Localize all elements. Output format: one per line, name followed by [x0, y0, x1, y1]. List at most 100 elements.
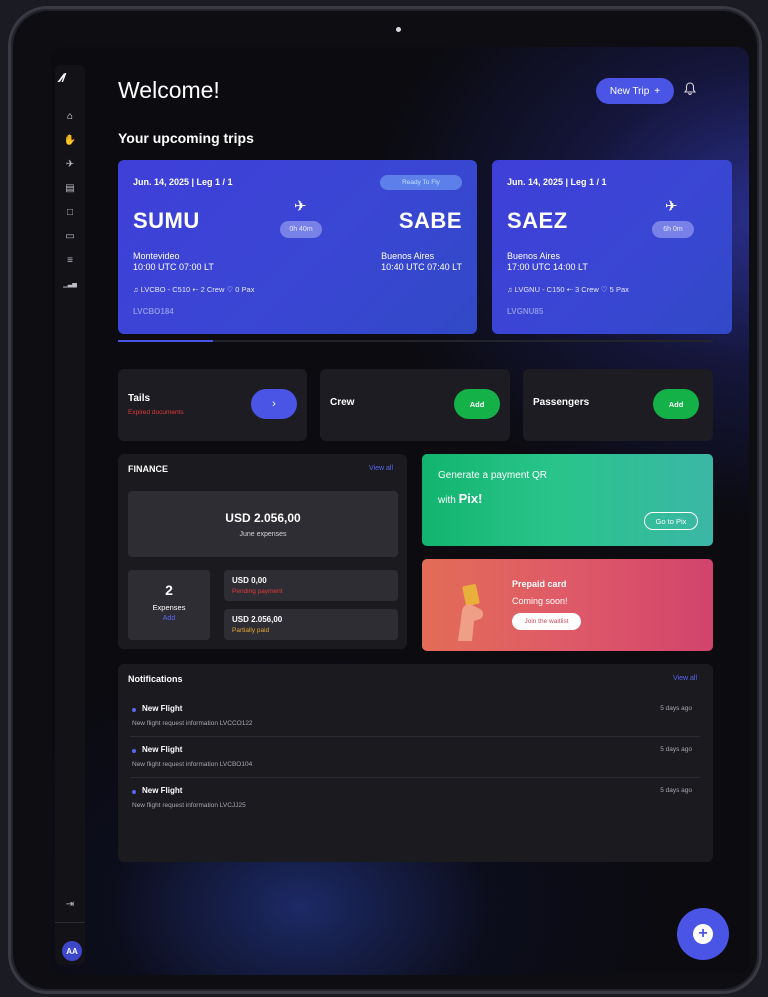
floating-add-button[interactable]: +	[677, 908, 729, 960]
join-waitlist-button[interactable]: Join the waitlist	[512, 613, 581, 630]
sidebar: ⁄⁄/ ⌂ ✋ ✈ ▤ □ ▭ ≡ ▁▃▅ ⇥ AA	[55, 65, 85, 965]
partially-paid-row[interactable]: USD 2.056,00 Partially paid	[224, 609, 398, 640]
file-icon[interactable]: ≡	[63, 253, 77, 267]
tails-open-button[interactable]: ›	[251, 389, 297, 419]
home-icon[interactable]: ⌂	[63, 109, 77, 123]
origin-city: Buenos Aires	[507, 251, 561, 261]
notification-title: New Flight	[142, 786, 183, 795]
trip-date: Jun. 14, 2025 | Leg 1 / 1	[133, 177, 233, 187]
origin-city: Montevideo	[133, 251, 180, 261]
camera-dot	[396, 27, 401, 32]
add-expense-link[interactable]: Add	[128, 615, 210, 622]
plane-icon: ✈	[665, 198, 678, 215]
app-screen: ⁄⁄/ ⌂ ✋ ✈ ▤ □ ▭ ≡ ▁▃▅ ⇥ AA Welcome! New …	[51, 47, 749, 975]
passengers-label: Passengers	[533, 397, 590, 408]
go-to-pix-button[interactable]: Go to Pix	[644, 512, 698, 530]
trip-details: ♫ LVCBO - C510 ⇠ 2 Crew ♡ 0 Pax	[133, 285, 255, 294]
notification-description: New flight request information LVCJJ25	[132, 802, 246, 809]
tails-tile[interactable]: Tails Expired documents ›	[118, 369, 307, 441]
pix-headline: Generate a payment QR	[438, 470, 547, 481]
carousel-indicator[interactable]	[118, 340, 213, 342]
sidebar-divider	[55, 922, 85, 923]
unread-dot	[132, 790, 136, 794]
plus-icon: +	[654, 85, 661, 97]
notification-time: 5 days ago	[660, 705, 692, 712]
pix-prefix: with	[438, 495, 459, 506]
flight-duration: 0h 40m	[280, 221, 322, 238]
partial-status: Partially paid	[232, 627, 270, 634]
notification-description: New flight request information LVCCO122	[132, 720, 253, 727]
destination-info: Buenos Aires 10:40 UTC 07:40 LT	[381, 251, 462, 273]
notification-title: New Flight	[142, 704, 183, 713]
finance-panel: FINANCE View all USD 2.056,00 June expen…	[118, 454, 407, 649]
pending-amount: USD 0,00	[232, 576, 267, 585]
add-crew-button[interactable]: Add	[454, 389, 500, 419]
pending-payment-row[interactable]: USD 0,00 Pending payment	[224, 570, 398, 601]
pending-status: Pending payment	[232, 588, 283, 595]
origin-code: SAEZ	[507, 208, 568, 233]
hand-card-icon	[458, 584, 483, 641]
finance-view-all-link[interactable]: View all	[369, 465, 393, 472]
origin-time: 10:00 UTC 07:00 LT	[133, 262, 214, 272]
plane-icon[interactable]: ✈	[63, 157, 77, 171]
add-passengers-button[interactable]: Add	[653, 389, 699, 419]
logout-icon[interactable]: ⇥	[63, 897, 77, 911]
bell-icon[interactable]	[683, 82, 697, 98]
origin-time: 17:00 UTC 14:00 LT	[507, 262, 588, 272]
page-title: Welcome!	[118, 77, 220, 103]
divider	[130, 736, 700, 737]
prepaid-card-promo[interactable]: Prepaid card Coming soon! Join the waitl…	[422, 559, 713, 651]
expenses-count-card[interactable]: 2 Expenses Add	[128, 570, 210, 640]
notification-title: New Flight	[142, 745, 183, 754]
notification-item[interactable]: New Flight New flight request informatio…	[130, 784, 700, 824]
upcoming-trips-title: Your upcoming trips	[118, 130, 254, 146]
divider	[130, 777, 700, 778]
crew-tile[interactable]: Crew Add	[320, 369, 510, 441]
origin-info: Buenos Aires 17:00 UTC 14:00 LT	[507, 251, 588, 273]
expenses-label: Expenses	[152, 603, 186, 612]
monthly-expenses-card[interactable]: USD 2.056,00 June expenses	[128, 491, 398, 557]
crew-label: Crew	[330, 397, 355, 408]
new-trip-button[interactable]: New Trip +	[596, 78, 674, 104]
status-badge: Ready To Fly	[380, 175, 462, 190]
unread-dot	[132, 708, 136, 712]
new-trip-label: New Trip	[609, 85, 650, 97]
prepaid-subtitle: Coming soon!	[512, 596, 568, 606]
prepaid-title: Prepaid card	[512, 579, 567, 589]
notification-time: 5 days ago	[660, 746, 692, 753]
trip-registration: LVCBO184	[133, 307, 174, 316]
plane-icon: ✈	[294, 198, 307, 215]
tablet-frame: ⁄⁄/ ⌂ ✋ ✈ ▤ □ ▭ ≡ ▁▃▅ ⇥ AA Welcome! New …	[8, 6, 762, 994]
trip-details: ♫ LVGNU - C150 ⇠ 3 Crew ♡ 5 Pax	[507, 285, 629, 294]
destination-time: 10:40 UTC 07:40 LT	[381, 262, 462, 272]
pix-brand: Pix!	[458, 491, 483, 506]
calendar-icon[interactable]: ▤	[63, 181, 77, 195]
document-icon[interactable]: □	[63, 205, 77, 219]
trip-date: Jun. 14, 2025 | Leg 1 / 1	[507, 177, 607, 187]
tails-label: Tails	[128, 393, 151, 404]
expenses-count: 2	[165, 582, 173, 598]
notifications-panel: Notifications View all New Flight New fl…	[118, 664, 713, 862]
card-icon[interactable]: ▭	[63, 229, 77, 243]
chart-icon[interactable]: ▁▃▅	[63, 277, 77, 291]
hand-icon[interactable]: ✋	[63, 133, 77, 147]
brand-logo[interactable]: ⁄⁄/	[60, 71, 65, 85]
notifications-view-all-link[interactable]: View all	[673, 675, 697, 682]
passengers-tile[interactable]: Passengers Add	[523, 369, 713, 441]
destination-code: SABE	[398, 208, 462, 233]
destination-city: Buenos Aires	[381, 251, 435, 261]
unread-dot	[132, 749, 136, 753]
plus-icon: +	[693, 924, 713, 944]
trip-card[interactable]: Jun. 14, 2025 | Leg 1 / 1 Ready To Fly S…	[118, 160, 477, 334]
monthly-expenses-label: June expenses	[239, 531, 287, 538]
expired-documents-warning: Expired documents	[128, 409, 184, 416]
avatar[interactable]: AA	[62, 941, 82, 961]
flight-duration: 6h 0m	[652, 221, 694, 238]
notifications-title: Notifications	[128, 674, 183, 684]
pix-promo-card[interactable]: Generate a payment QR with Pix! Go to Pi…	[422, 454, 713, 546]
partial-amount: USD 2.056,00	[232, 615, 283, 624]
trip-card[interactable]: Jun. 14, 2025 | Leg 1 / 1 SAEZ ✈ 6h 0m B…	[492, 160, 732, 334]
finance-title: FINANCE	[128, 464, 168, 474]
origin-info: Montevideo 10:00 UTC 07:00 LT	[133, 251, 214, 273]
monthly-expenses-amount: USD 2.056,00	[225, 511, 301, 525]
